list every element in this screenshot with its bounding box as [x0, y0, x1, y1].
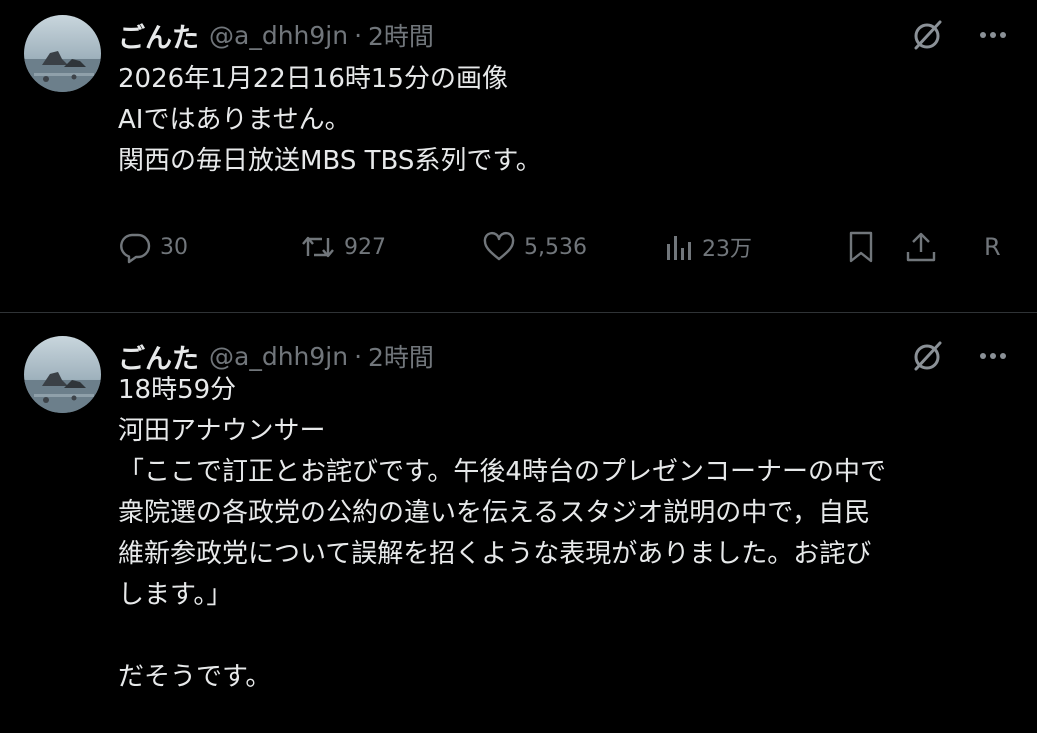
avatar-image — [24, 336, 101, 413]
retweet-count: 927 — [344, 234, 386, 260]
tweet-2[interactable]: ごんた @a_dhh9jn · 2時間 18時59分 河田アナウンサー 「ここで… — [0, 313, 1037, 733]
tweet-header: ごんた @a_dhh9jn · 2時間 — [118, 16, 434, 55]
reply-button[interactable]: 30 — [118, 229, 188, 265]
grok-icon[interactable] — [911, 18, 945, 52]
tweet-text-line: 河田アナウンサー — [118, 416, 326, 446]
avatar-image — [24, 15, 101, 92]
tweet-header: ごんた @a_dhh9jn · 2時間 — [118, 338, 434, 375]
tweet-text-line: AIではありません。 — [118, 105, 351, 135]
avatar[interactable] — [24, 336, 101, 413]
tweet-text-line: 2026年1月22日16時15分の画像 — [118, 64, 508, 94]
retweet-icon — [302, 236, 334, 258]
tweet-text-line: 18時59分 — [118, 375, 237, 405]
heart-icon — [483, 231, 515, 261]
tweet-text-line: だそうです。 — [118, 662, 272, 692]
tweet-1[interactable]: ごんた @a_dhh9jn · 2時間 2026年1月22日16時15分の画像 … — [0, 0, 1037, 313]
grok-icon[interactable] — [911, 339, 945, 373]
bookmark-icon — [849, 231, 873, 263]
bookmark-button[interactable] — [846, 229, 876, 265]
share-button[interactable] — [904, 229, 938, 265]
user-handle[interactable]: @a_dhh9jn — [209, 21, 348, 50]
more-icon[interactable] — [979, 31, 1007, 39]
tweet-text-line: 維新参政党について誤解を招くような表現がありました。お詫び — [118, 539, 872, 569]
separator-dot: · — [354, 341, 363, 371]
views-icon — [667, 236, 691, 260]
tweet-text-line: 「ここで訂正とお詫びです。午後4時台のプレゼンコーナーの中で — [118, 457, 886, 487]
display-name[interactable]: ごんた — [118, 16, 199, 55]
tweet-time[interactable]: 2時間 — [368, 17, 434, 53]
tweet-actions: 30 927 5,536 23万 R — [118, 229, 1018, 265]
tweet-top-icons — [911, 18, 1007, 52]
extra-action-label: R — [984, 233, 1001, 261]
share-icon — [906, 232, 936, 262]
reply-icon — [120, 233, 151, 264]
views-button[interactable]: 23万 — [664, 229, 752, 265]
extra-action[interactable]: R — [984, 229, 1001, 265]
user-handle[interactable]: @a_dhh9jn — [209, 342, 348, 371]
tweet-text-line: します。」 — [118, 580, 233, 610]
view-count: 23万 — [702, 237, 752, 262]
tweet-top-icons — [911, 339, 1007, 373]
like-button[interactable]: 5,536 — [482, 229, 587, 265]
retweet-button[interactable]: 927 — [300, 229, 386, 265]
like-count: 5,536 — [524, 234, 587, 260]
tweet-text: 2026年1月22日16時15分の画像 AIではありません。 関西の毎日放送MB… — [118, 59, 1008, 182]
more-icon[interactable] — [979, 352, 1007, 360]
tweet-text-line: 関西の毎日放送MBS TBS系列です。 — [118, 146, 542, 176]
reply-count: 30 — [160, 234, 188, 260]
separator-dot: · — [354, 20, 363, 50]
tweet-text: 18時59分 河田アナウンサー 「ここで訂正とお詫びです。午後4時台のプレゼンコ… — [118, 370, 1008, 698]
tweet-text-line: 衆院選の各政党の公約の違いを伝えるスタジオ説明の中で，自民 — [118, 498, 871, 528]
avatar[interactable] — [24, 15, 101, 92]
tweet-time[interactable]: 2時間 — [368, 338, 434, 374]
